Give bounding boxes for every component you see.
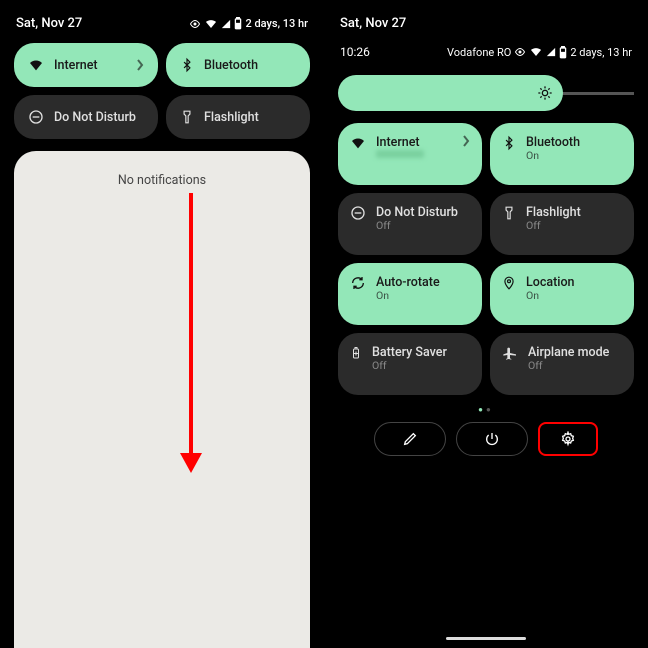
chevron-right-icon xyxy=(462,135,470,147)
tile-flashlight[interactable]: FlashlightOff xyxy=(490,193,634,255)
rotate-icon xyxy=(350,275,366,291)
tile-autorotate[interactable]: Auto-rotateOn xyxy=(338,263,482,325)
notification-panel: No notifications xyxy=(14,151,310,648)
airplane-icon xyxy=(502,345,518,361)
location-icon xyxy=(502,275,516,291)
tile-sublabel: On xyxy=(376,290,440,303)
edit-button[interactable] xyxy=(374,422,446,456)
tile-sublabel-blurred xyxy=(376,150,424,158)
battery-text: 2 days, 13 hr xyxy=(570,46,632,59)
tile-sublabel: On xyxy=(526,290,575,303)
tile-bluetooth[interactable]: Bluetooth xyxy=(166,43,310,87)
tile-label: Airplane mode xyxy=(528,345,609,360)
bluetooth-icon xyxy=(502,135,516,151)
tile-sublabel: Off xyxy=(526,220,581,233)
status-date: Sat, Nov 27 xyxy=(340,16,406,31)
home-indicator[interactable] xyxy=(446,637,526,640)
tile-label: Location xyxy=(526,275,575,290)
power-button[interactable] xyxy=(456,422,528,456)
wifi-icon xyxy=(350,135,366,151)
wifi-status-icon xyxy=(204,18,218,30)
battery-status-icon xyxy=(234,17,242,30)
tile-label: Flashlight xyxy=(526,205,581,220)
status-bar: Sat, Nov 27 xyxy=(338,8,634,37)
tile-internet[interactable]: Internet xyxy=(14,43,158,87)
bottom-buttons xyxy=(338,422,634,456)
tile-sublabel: On xyxy=(526,150,580,163)
tile-sublabel: Off xyxy=(372,360,447,373)
eye-icon xyxy=(189,18,201,30)
flashlight-icon xyxy=(502,205,516,221)
tile-bluetooth[interactable]: BluetoothOn xyxy=(490,123,634,185)
qs-tiles: Internet Bluetooth Do Not Disturb Flashl… xyxy=(14,43,310,139)
status-bar-secondary: 10:26 Vodafone RO 2 days, 13 hr xyxy=(338,37,634,63)
wifi-icon xyxy=(28,57,44,73)
tile-label: Internet xyxy=(54,58,98,73)
battery-status-icon xyxy=(559,46,567,59)
status-icons: Vodafone RO 2 days, 13 hr xyxy=(447,46,632,59)
carrier-name: Vodafone RO xyxy=(447,46,511,59)
eye-icon xyxy=(514,46,526,58)
tile-label: Internet xyxy=(376,135,424,150)
signal-icon xyxy=(221,18,231,30)
gear-icon xyxy=(560,431,576,447)
phone-right: Sat, Nov 27 10:26 Vodafone RO 2 days, 13… xyxy=(324,0,648,648)
wifi-status-icon xyxy=(529,46,543,58)
status-icons: 2 days, 13 hr xyxy=(189,17,308,30)
battery-icon xyxy=(350,345,362,361)
pencil-icon xyxy=(402,431,418,447)
tile-battery-saver[interactable]: Battery SaverOff xyxy=(338,333,482,395)
bluetooth-icon xyxy=(180,57,194,73)
tile-location[interactable]: LocationOn xyxy=(490,263,634,325)
tile-label: Auto-rotate xyxy=(376,275,440,290)
tile-dnd[interactable]: Do Not Disturb xyxy=(14,95,158,139)
flashlight-icon xyxy=(180,109,194,125)
status-date: Sat, Nov 27 xyxy=(16,16,82,31)
tile-sublabel: Off xyxy=(376,220,458,233)
qs-tiles: Internet BluetoothOn Do Not DisturbOff F… xyxy=(338,123,634,395)
tile-sublabel: Off xyxy=(528,360,609,373)
tile-label: Battery Saver xyxy=(372,345,447,360)
status-time: 10:26 xyxy=(340,45,370,59)
swipe-arrow-annotation xyxy=(189,193,202,473)
power-icon xyxy=(484,431,500,447)
tile-flashlight[interactable]: Flashlight xyxy=(166,95,310,139)
tile-label: Do Not Disturb xyxy=(376,205,458,220)
notification-empty-text: No notifications xyxy=(118,173,206,188)
tile-label: Do Not Disturb xyxy=(54,110,136,125)
tile-label: Bluetooth xyxy=(526,135,580,150)
settings-button[interactable] xyxy=(538,422,598,456)
tile-label: Bluetooth xyxy=(204,58,258,73)
phone-left: Sat, Nov 27 2 days, 13 hr Internet Bluet… xyxy=(0,0,324,648)
brightness-slider[interactable] xyxy=(338,75,634,111)
tile-internet[interactable]: Internet xyxy=(338,123,482,185)
battery-text: 2 days, 13 hr xyxy=(245,17,308,30)
brightness-icon xyxy=(537,85,553,101)
status-bar: Sat, Nov 27 2 days, 13 hr xyxy=(14,8,310,37)
chevron-right-icon xyxy=(136,59,144,71)
dnd-icon xyxy=(350,205,366,221)
signal-icon xyxy=(546,46,556,58)
dnd-icon xyxy=(28,109,44,125)
page-indicator: ●● xyxy=(338,405,634,414)
tile-airplane[interactable]: Airplane modeOff xyxy=(490,333,634,395)
tile-dnd[interactable]: Do Not DisturbOff xyxy=(338,193,482,255)
tile-label: Flashlight xyxy=(204,110,259,125)
